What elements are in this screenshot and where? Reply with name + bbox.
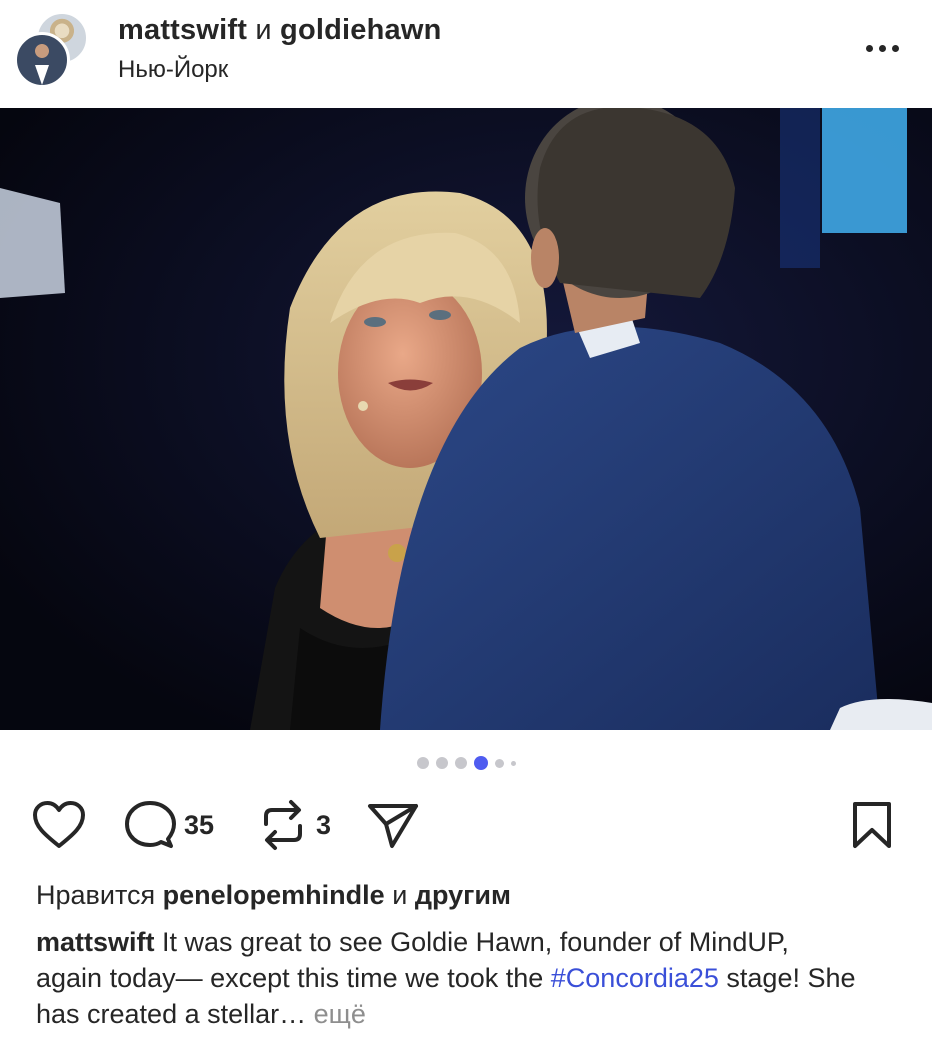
carousel-dot-active [473,756,488,770]
likes-summary[interactable]: Нравится penelopemhindle и другим [36,880,511,911]
carousel-dot [454,757,467,769]
carousel-dot [510,760,516,766]
caption-hashtag[interactable]: #Concordia25 [551,963,719,993]
share-button[interactable] [366,795,420,855]
post-authors: mattswift и goldiehawn [118,14,442,47]
bookmark-button[interactable] [850,795,894,855]
more-options-button[interactable] [860,30,904,66]
likes-others[interactable]: другим [415,880,511,910]
post-actions: 35 3 [0,795,932,855]
paper-plane-icon [368,804,418,848]
carousel-dot [494,758,504,768]
repost-icon [264,800,302,850]
repost-button[interactable]: 3 [258,795,331,855]
likes-joiner: и [392,880,408,910]
post-photo[interactable] [0,108,932,730]
bookmark-icon [853,802,891,848]
caption-more-link[interactable]: ещё [314,999,366,1029]
likes-user[interactable]: penelopemhindle [163,880,385,910]
comment-button[interactable]: 35 [124,795,214,855]
post-caption: mattswift It was great to see Goldie Haw… [36,924,856,1032]
comments-count: 35 [184,809,215,840]
carousel-dot [435,757,448,769]
post-header: mattswift и goldiehawn Нью-Йорк [0,0,932,108]
likes-prefix: Нравится [36,880,156,910]
more-horizontal-icon [865,44,873,52]
author-mattswift[interactable]: mattswift [118,14,247,46]
carousel-dot [416,757,429,769]
carousel-indicator [0,755,932,771]
photo-illustration [0,108,932,730]
author-goldiehawn[interactable]: goldiehawn [280,14,442,46]
reposts-count: 3 [316,809,332,840]
heart-icon [33,801,85,848]
author-avatars[interactable] [14,12,92,88]
like-button[interactable] [32,795,86,855]
avatar-mattswift[interactable] [14,32,70,88]
post-location[interactable]: Нью-Йорк [118,56,228,84]
comment-bubble-icon [125,801,176,848]
authors-joiner: и [255,14,272,46]
caption-author[interactable]: mattswift [36,927,155,957]
